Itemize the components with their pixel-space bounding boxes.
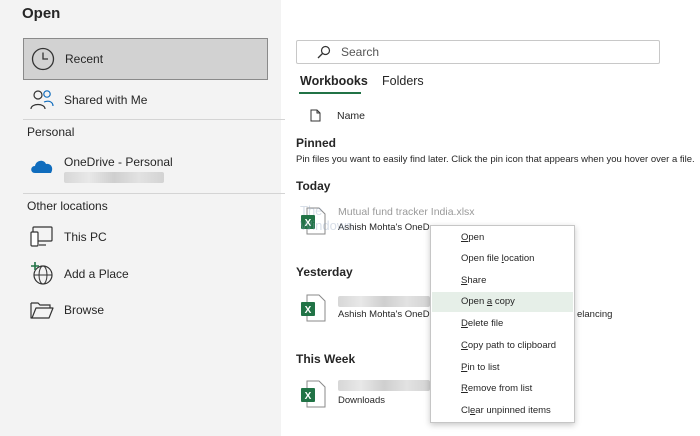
excel-file-icon: X (300, 380, 326, 408)
redacted-file-name (338, 380, 430, 394)
nav-shared-with-me[interactable]: Shared with Me (23, 80, 268, 120)
menu-item-open-a-copy[interactable]: Open a copy (432, 292, 573, 312)
context-menu: Open Open file location Share Open a cop… (430, 225, 575, 423)
pinned-heading: Pinned (296, 136, 337, 150)
active-tab-indicator (299, 92, 361, 94)
menu-item-open[interactable]: Open (432, 228, 573, 248)
file-path: Ashish Mohta's OneDr (338, 222, 433, 233)
tab-workbooks[interactable]: Workbooks (300, 74, 368, 88)
nav-recent-label: Recent (65, 52, 104, 66)
nav-divider (23, 119, 285, 120)
nav-this-pc[interactable]: This PC (23, 217, 268, 257)
menu-item-share[interactable]: Share (432, 271, 573, 291)
menu-item-remove-from-list[interactable]: Remove from list (432, 379, 573, 399)
backstage-nav: Open Recent Shared with Me Personal OneD… (0, 0, 285, 436)
today-heading: Today (296, 179, 331, 193)
name-column-header[interactable]: Name (310, 109, 365, 122)
globe-add-icon (27, 259, 57, 289)
nav-browse-label: Browse (64, 303, 105, 317)
file-name: Mutual fund tracker India.xlsx (338, 206, 475, 218)
svg-text:X: X (305, 391, 312, 402)
redacted-file-name (338, 296, 430, 310)
name-header-label: Name (337, 109, 366, 122)
excel-file-icon: X (300, 207, 326, 235)
onedrive-text: OneDrive - Personal (64, 155, 173, 183)
tab-folders[interactable]: Folders (382, 74, 424, 88)
this-week-heading: This Week (296, 352, 356, 366)
svg-text:X: X (305, 305, 312, 316)
file-icon (310, 109, 321, 122)
clock-icon (28, 44, 58, 74)
nav-shared-label: Shared with Me (64, 93, 148, 107)
other-locations-label: Other locations (27, 199, 108, 213)
nav-this-pc-label: This PC (64, 230, 107, 244)
file-path: Downloads (338, 395, 385, 406)
people-icon (27, 85, 57, 115)
computer-icon (27, 222, 57, 252)
nav-add-a-place[interactable]: Add a Place (23, 254, 268, 294)
menu-item-pin-to-list[interactable]: Pin to list (432, 358, 573, 378)
personal-section-label: Personal (27, 125, 75, 139)
onedrive-cloud-icon (27, 155, 57, 177)
search-icon (317, 45, 331, 59)
search-box[interactable]: Search (296, 40, 660, 64)
nav-divider (23, 193, 285, 194)
nav-browse[interactable]: Browse (23, 290, 268, 330)
yesterday-heading: Yesterday (296, 265, 353, 279)
svg-text:X: X (305, 218, 312, 229)
file-path-end: elancing (577, 309, 613, 320)
page-title: Open (22, 5, 61, 22)
menu-item-delete-file[interactable]: Delete file (432, 314, 573, 334)
redacted-account-email (64, 172, 164, 183)
menu-item-open-file-location[interactable]: Open file location (432, 249, 573, 269)
nav-onedrive-personal[interactable]: OneDrive - Personal (23, 147, 268, 191)
menu-item-copy-path[interactable]: Copy path to clipboard (432, 336, 573, 356)
nav-onedrive-label: OneDrive - Personal (64, 155, 173, 169)
search-input[interactable]: Search (341, 45, 379, 59)
excel-file-icon: X (300, 294, 326, 322)
pinned-description: Pin files you want to easily find later.… (296, 154, 695, 165)
menu-item-clear-unpinned[interactable]: Clear unpinned items (432, 401, 573, 421)
nav-add-place-label: Add a Place (64, 267, 129, 281)
nav-recent[interactable]: Recent (23, 38, 268, 80)
file-path: Ashish Mohta's OneDr (338, 309, 433, 320)
folder-open-icon (27, 295, 57, 325)
